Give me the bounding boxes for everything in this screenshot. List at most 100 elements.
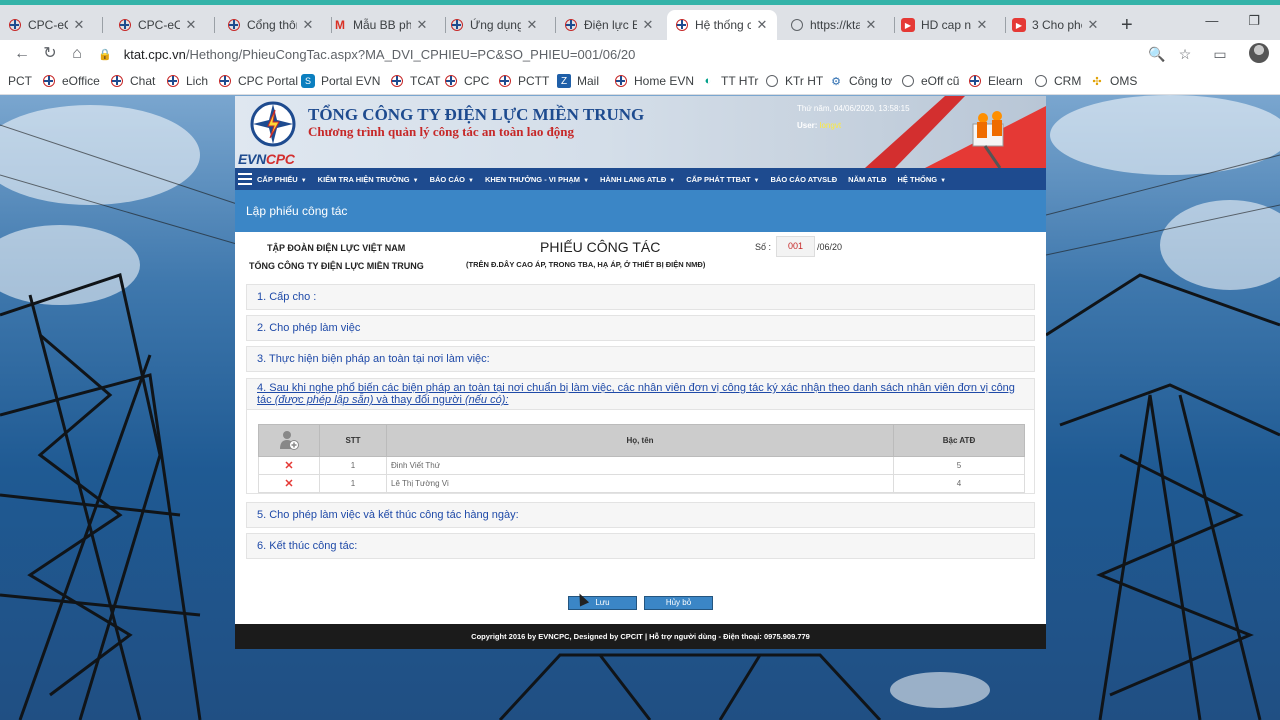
close-tab-icon[interactable]: ✕ [415, 17, 429, 33]
bookmark-item[interactable]: Home EVN [614, 73, 694, 89]
reload-icon[interactable]: ↻ [40, 44, 60, 64]
star-icon[interactable]: ☆ [1175, 44, 1195, 64]
evn-icon [614, 74, 628, 88]
new-tab-button[interactable]: + [1121, 15, 1133, 35]
ticket-number-field[interactable]: 001 [776, 236, 815, 257]
program-name: Chương trình quản lý công tác an toàn la… [308, 124, 575, 139]
bookmark-item[interactable]: Lich [166, 73, 208, 89]
bookmark-label: Công tơ [849, 74, 893, 88]
bookmark-label: Lich [186, 74, 209, 88]
close-tab-icon[interactable]: ✕ [1086, 17, 1100, 33]
bookmark-item[interactable]: CRM [1034, 73, 1081, 89]
close-tab-icon[interactable]: ✕ [975, 17, 989, 33]
avatar[interactable] [1249, 43, 1269, 63]
window-controls: — ❐ [1140, 13, 1280, 29]
bookmark-item[interactable]: ✣ OMS [1090, 73, 1137, 89]
browser-tab[interactable]: CPC-eOffice ✕ [110, 10, 206, 40]
browser-tab[interactable]: ▶ 3 Cho phep ✕ [1004, 10, 1108, 40]
bookmark-item[interactable]: Z Mail [557, 73, 599, 89]
bookmark-label: Chat [130, 74, 156, 88]
bookmark-label: CPC Portal [238, 74, 299, 88]
tab-label: https://ktat. [810, 18, 860, 32]
section-1-cap-cho[interactable]: 1. Cấp cho : [246, 284, 1035, 310]
evn-icon [166, 74, 180, 88]
bookmark-item[interactable]: PCTT [498, 73, 549, 89]
chevron-down-icon: ▼ [300, 177, 307, 184]
close-tab-icon[interactable]: ✕ [755, 17, 769, 33]
browser-tab[interactable]: Hệ thống cả ✕ [667, 10, 777, 40]
bookmark-item[interactable]: TCAT [390, 73, 440, 89]
bookmark-item[interactable]: ◐ TT HTr [701, 73, 759, 89]
menu-item[interactable]: KHEN THƯỞNG - VI PHẠM ▼ [485, 175, 589, 184]
table-row: ✕ 1 Lê Thị Tường Vi 4 [258, 474, 1025, 493]
close-tab-icon[interactable]: ✕ [641, 17, 655, 33]
menu-item[interactable]: KIỂM TRA HIỆN TRƯỜNG ▼ [318, 175, 419, 184]
globe-icon [790, 18, 804, 32]
col-header-stt[interactable]: STT [319, 424, 387, 457]
form-title: PHIẾU CÔNG TÁC [540, 239, 661, 255]
menu-item[interactable]: HÀNH LANG ATLĐ ▼ [600, 175, 675, 184]
section-2-cho-phep[interactable]: 2. Cho phép làm việc [246, 315, 1035, 341]
menu-item[interactable]: CẤP PHIẾU ▼ [257, 175, 307, 184]
bookmark-label: eOff cũ [921, 74, 960, 88]
close-tab-icon[interactable]: ✕ [72, 17, 86, 33]
lock-icon[interactable]: 🔒 [98, 48, 112, 61]
row-stt: 1 [319, 474, 387, 493]
globe-icon [901, 74, 915, 88]
globe-icon [1034, 74, 1048, 88]
hamburger-menu-icon[interactable] [238, 173, 252, 185]
bookmark-label: CPC [464, 74, 490, 88]
cancel-button[interactable]: Hủy bỏ [644, 596, 713, 610]
close-tab-icon[interactable]: ✕ [184, 17, 198, 33]
home-icon[interactable]: ⌂ [67, 44, 87, 64]
row-bac-atd: 4 [893, 474, 1025, 493]
bookmark-item[interactable]: Chat [110, 73, 155, 89]
bookmark-item[interactable]: eOff cũ [901, 73, 959, 89]
delete-row-icon[interactable]: ✕ [284, 478, 293, 490]
browser-tab[interactable]: Ứng dụng n ✕ [442, 10, 547, 40]
close-tab-icon[interactable]: ✕ [301, 17, 315, 33]
browser-tab[interactable]: M Mẫu BB phổ ✕ [325, 10, 437, 40]
menu-item-label: HỆ THỐNG [897, 174, 938, 184]
section-4-xac-nhan[interactable]: 4. Sau khi nghe phổ biến các biện pháp a… [246, 378, 1035, 410]
close-tab-icon[interactable]: ✕ [864, 17, 878, 33]
menu-item[interactable]: NĂM ATLĐ [848, 175, 886, 184]
browser-tab[interactable]: CPC-eOffice ✕ [0, 10, 94, 40]
minimize-icon[interactable]: — [1205, 13, 1218, 29]
menu-item-label: KIỂM TRA HIỆN TRƯỜNG [317, 174, 410, 184]
col-header-bac-atd[interactable]: Bậc ATĐ [893, 424, 1025, 457]
menu-item[interactable]: BÁO CÁO ▼ [430, 175, 474, 184]
bookmark-item[interactable]: CPC Portal [218, 73, 298, 89]
browser-tab[interactable]: https://ktat. ✕ [782, 10, 886, 40]
menu-item[interactable]: HỆ THỐNG ▼ [897, 175, 946, 184]
menu-item[interactable]: BÁO CÁO ATVSLĐ [770, 175, 837, 184]
menu-item[interactable]: CẤP PHÁT TTBAT ▼ [686, 175, 759, 184]
restore-icon[interactable]: ❐ [1248, 13, 1260, 29]
bookmark-item[interactable]: eOffice [42, 73, 100, 89]
browser-tab[interactable]: Điện lực Ea ✕ [556, 10, 663, 40]
browser-tab[interactable]: ▶ HD cap nhat ✕ [893, 10, 997, 40]
row-bac-atd: 5 [893, 456, 1025, 475]
bookmark-item[interactable]: Elearn [968, 73, 1023, 89]
zoom-icon[interactable]: 🔍 [1147, 44, 1167, 64]
cast-icon[interactable]: ▭ [1210, 44, 1230, 64]
evn-icon [8, 18, 22, 32]
col-header-name[interactable]: Họ, tên [386, 424, 894, 457]
section-6-ket-thuc[interactable]: 6. Kết thúc công tác: [246, 533, 1035, 559]
bookmark-item[interactable]: KTr HT [765, 73, 823, 89]
bookmark-item[interactable]: S Portal EVN [301, 73, 380, 89]
section-3-bien-phap-an-toan[interactable]: 3. Thực hiện biện pháp an toàn tại nơi l… [246, 346, 1035, 372]
browser-tab[interactable]: Cổng thông ✕ [219, 10, 323, 40]
back-icon[interactable]: ← [12, 44, 32, 64]
add-staff-icon[interactable] [258, 424, 320, 457]
delete-row-icon[interactable]: ✕ [284, 460, 293, 472]
bookmark-item[interactable]: ⚙ Công tơ [829, 73, 892, 89]
url-field[interactable]: 🔒 ktat.cpc.vn/Hethong/PhieuCongTac.aspx?… [98, 41, 1198, 67]
bookmark-item[interactable]: CPC [444, 73, 489, 89]
bookmark-label: PCTT [518, 74, 550, 88]
evn-icon [390, 74, 404, 88]
bookmark-item[interactable]: PCT [8, 73, 32, 89]
section-5-hang-ngay[interactable]: 5. Cho phép làm việc và kết thúc công tá… [246, 502, 1035, 528]
page-title-bar: Lập phiếu công tác [235, 190, 1046, 232]
close-tab-icon[interactable]: ✕ [525, 17, 539, 33]
